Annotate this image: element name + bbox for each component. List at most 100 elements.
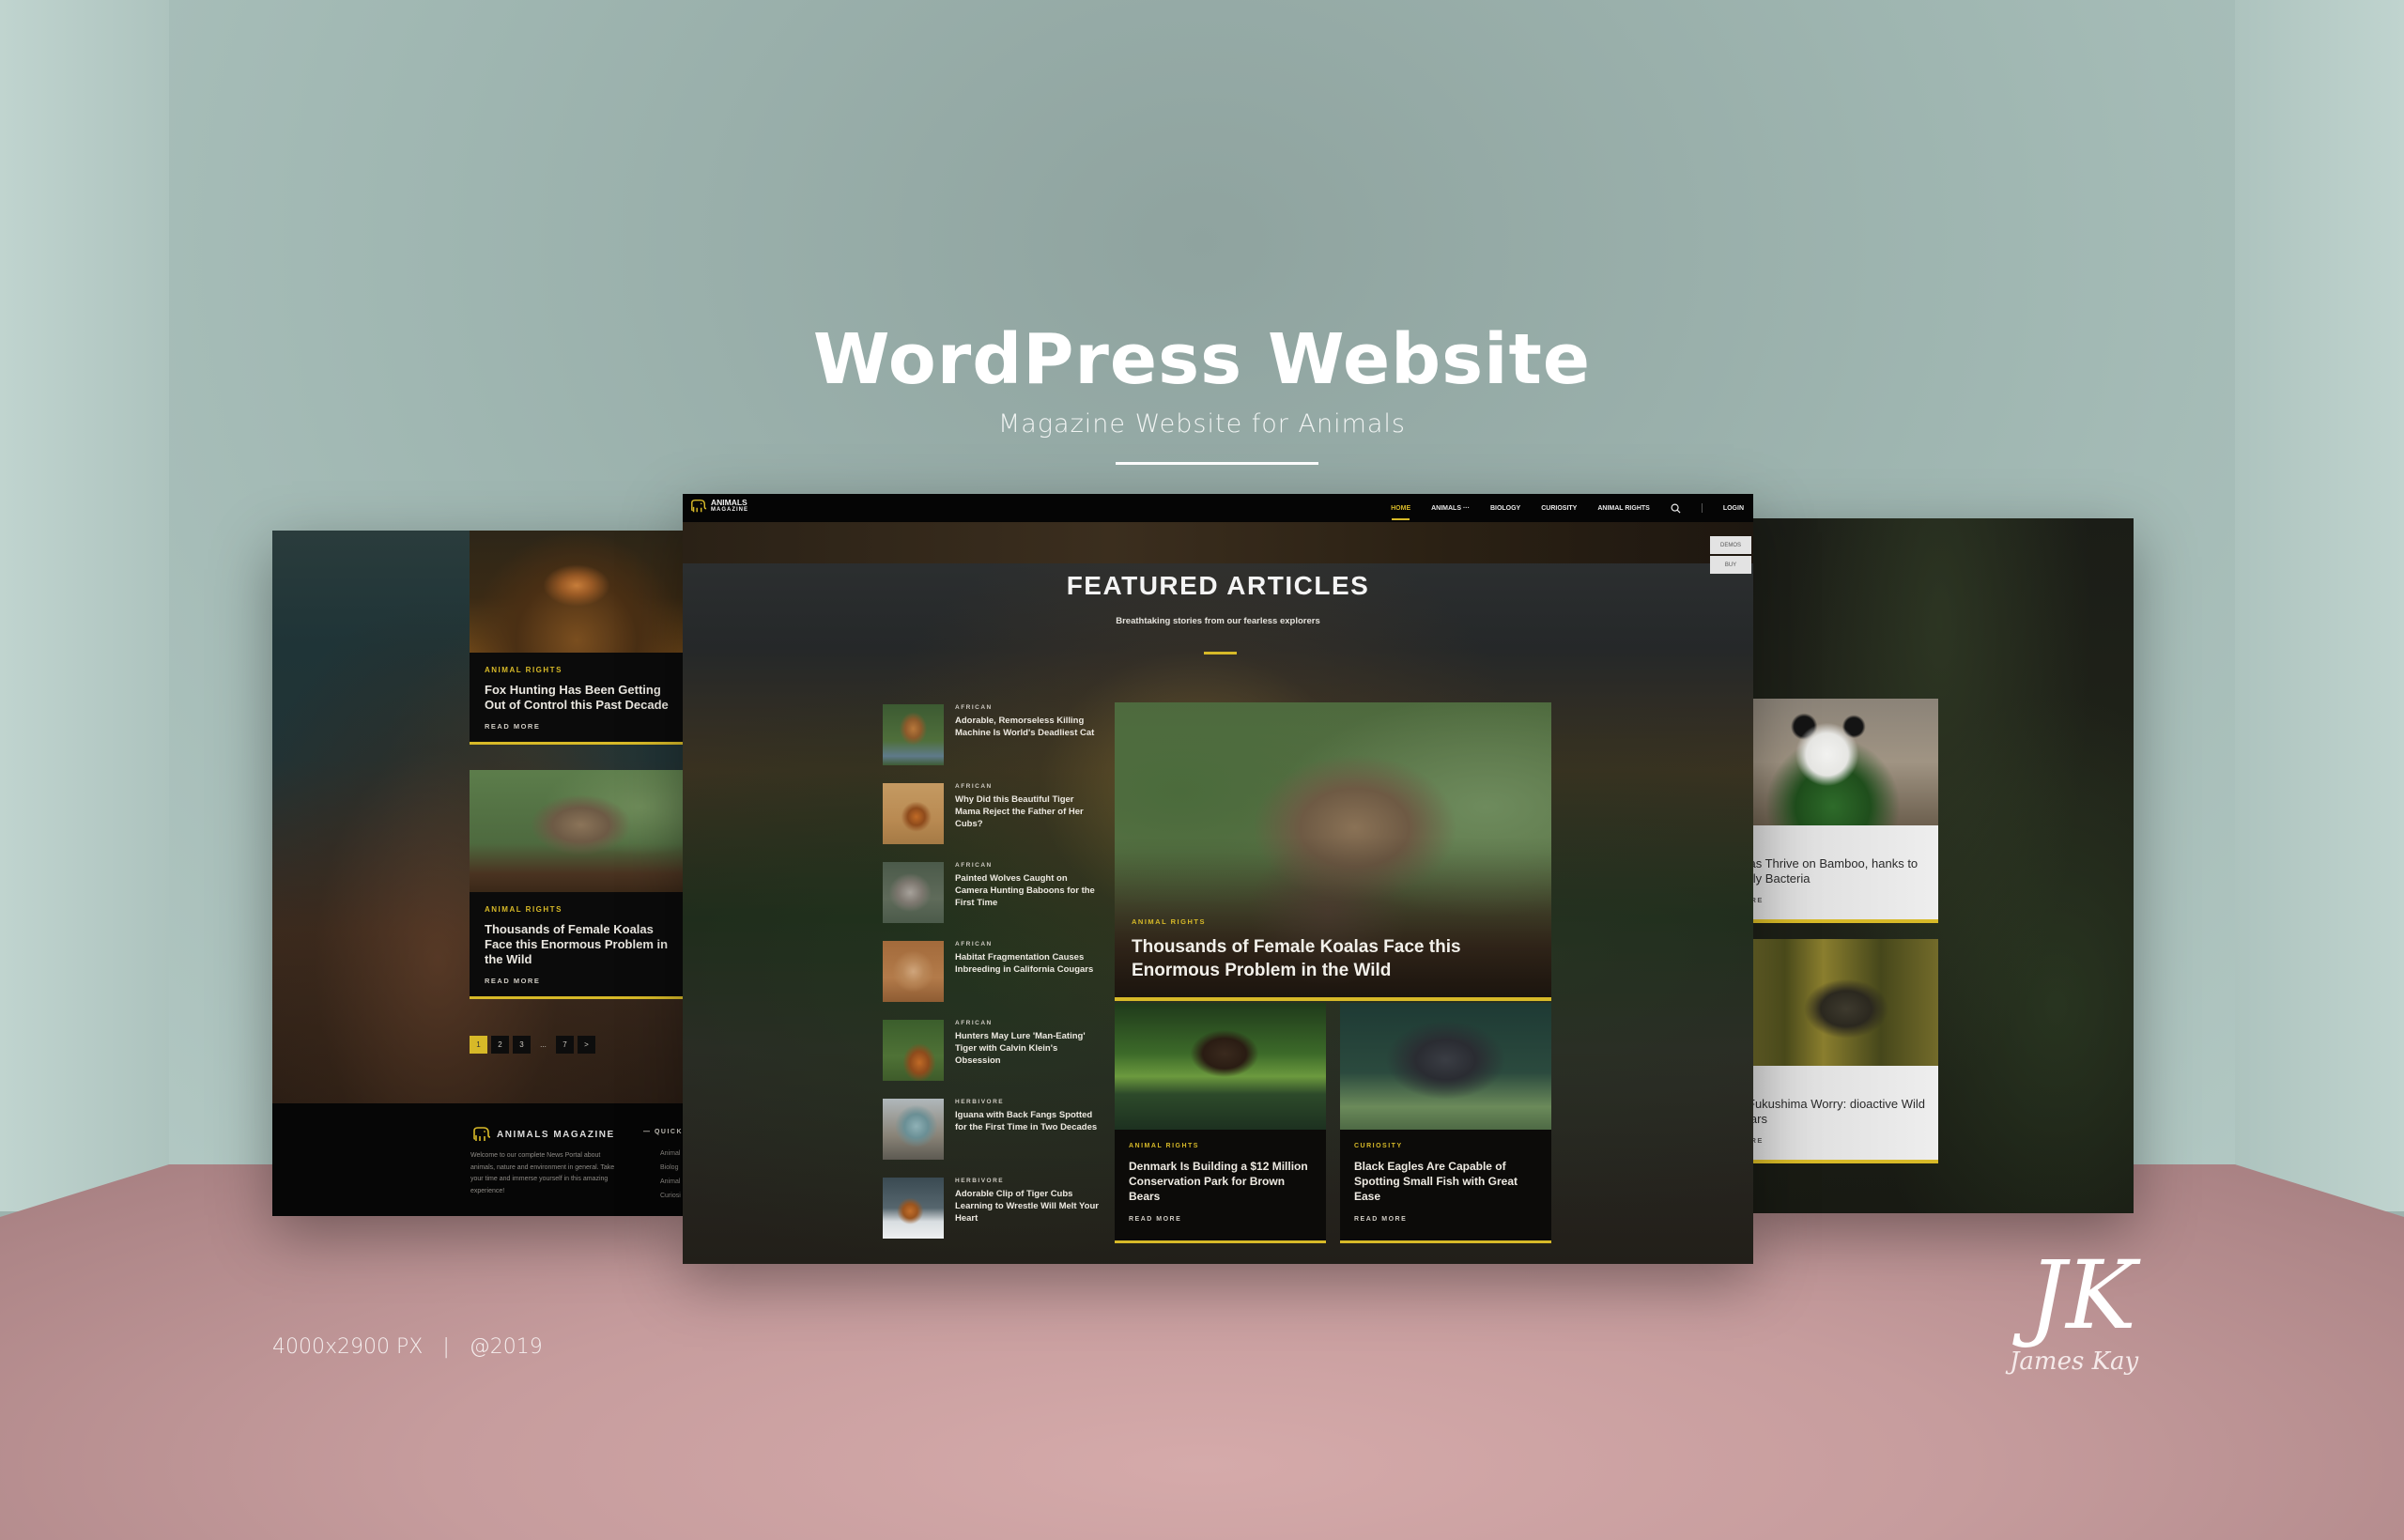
dimensions-label: 4000x2900 PX [272, 1335, 424, 1359]
page-button[interactable]: 1 [470, 1036, 487, 1054]
lynx-thumbnail [883, 704, 944, 765]
tiger-cub-thumbnail [883, 1178, 944, 1239]
article-title[interactable]: ndas Thrive on Bamboo, hanks to Belly Ba… [1747, 856, 1938, 886]
list-item[interactable]: AFRICAN Hunters May Lure 'Man-Eating' Tig… [883, 1020, 1099, 1099]
read-more-link[interactable]: READ MORE [485, 977, 669, 985]
article-title[interactable]: Hunters May Lure 'Man-Eating' Tiger with… [955, 1030, 1099, 1067]
article-category[interactable]: AFRICAN [955, 941, 1099, 947]
tiger-thumbnail [883, 783, 944, 844]
presentation-title: WordPress Website [812, 319, 1592, 400]
featured-caption: ANIMAL RIGHTS Thousands of Female Koalas… [1132, 917, 1488, 982]
nav-item-animals[interactable]: ANIMALS ··· [1431, 505, 1470, 512]
site-brand: ANIMALS MAGAZINE [711, 499, 748, 514]
article-title[interactable]: Adorable, Remorseless Killing Machine Is… [955, 715, 1099, 739]
article-card[interactable]: ANIMAL RIGHTS Denmark Is Building a $12 … [1115, 1003, 1326, 1243]
read-more-link[interactable]: READ MORE [485, 722, 669, 731]
list-item[interactable]: AFRICAN Adorable, Remorseless Killing Mac… [883, 704, 1099, 783]
list-item[interactable]: AFRICAN Habitat Fragmentation Causes Inbr… [883, 941, 1099, 1020]
site-logo[interactable]: ANIMALS MAGAZINE [690, 498, 748, 515]
page-button[interactable]: 3 [513, 1036, 531, 1054]
footer-link[interactable]: Animal [660, 1147, 681, 1161]
nav-item-curiosity[interactable]: CURIOSITY [1541, 505, 1577, 512]
article-title[interactable]: Why Did this Beautiful Tiger Mama Reject… [955, 793, 1099, 830]
search-icon[interactable] [1671, 503, 1681, 514]
login-link[interactable]: LOGIN [1723, 505, 1744, 512]
article-list: AFRICAN Adorable, Remorseless Killing Mac… [883, 704, 1099, 1256]
article-title[interactable]: Thousands of Female Koalas Face this Eno… [485, 922, 669, 967]
brown-bear-image [1115, 1003, 1326, 1130]
list-item[interactable]: HERBIVORE Iguana with Back Fangs Spotted … [883, 1099, 1099, 1178]
article-title[interactable]: w Fukushima Worry: dioactive Wild Boars [1747, 1097, 1938, 1127]
list-item[interactable]: HERBIVORE Adorable Clip of Tiger Cubs Lea… [883, 1178, 1099, 1256]
nav-divider [1701, 503, 1703, 513]
article-category[interactable]: HERBIVORE [955, 1178, 1099, 1184]
article-category[interactable]: AFRICAN [955, 704, 1099, 711]
article-category[interactable]: ANIMAL RIGHTS [485, 905, 669, 914]
article-title[interactable]: Thousands of Female Koalas Face this Eno… [1132, 935, 1488, 982]
article-title[interactable]: Black Eagles Are Capable of Spotting Sma… [1354, 1159, 1537, 1204]
article-category[interactable]: ANIMAL RIGHTS [1129, 1143, 1312, 1149]
article-category[interactable]: AFRICAN [955, 862, 1099, 869]
eagle-image [1340, 1003, 1551, 1130]
read-more-link[interactable]: READ MORE [1129, 1216, 1312, 1223]
article-title[interactable]: Painted Wolves Caught on Camera Hunting … [955, 872, 1099, 909]
article-card[interactable]: OLOGY ndas Thrive on Bamboo, hanks to Be… [1747, 699, 1938, 923]
page-button[interactable]: 2 [491, 1036, 509, 1054]
nav-item-home[interactable]: HOME [1391, 505, 1410, 520]
footer-brand[interactable]: ANIMALS MAGAZINE [472, 1127, 615, 1142]
footer-link[interactable]: Biolog [660, 1161, 681, 1175]
next-page-button[interactable]: > [578, 1036, 595, 1054]
left-page-mockup: ANIMAL RIGHTS Fox Hunting Has Been Getti… [272, 531, 686, 1216]
article-title[interactable]: Fox Hunting Has Been Getting Out of Cont… [485, 683, 669, 713]
image-specs: 4000x2900 PX | @2019 [272, 1335, 543, 1359]
footer-quick-links: Animal Biolog Animal Curiosi [660, 1147, 681, 1203]
top-navigation: ANIMALS MAGAZINE HOME ANIMALS ··· BIOLOG… [683, 494, 1753, 522]
footer-link[interactable]: Animal [660, 1175, 681, 1189]
article-category[interactable]: HERBIVORE [955, 1099, 1099, 1105]
tiger-jungle-thumbnail [883, 1020, 944, 1081]
section-subtitle: Breathtaking stories from our fearless e… [1116, 616, 1320, 626]
article-category[interactable]: ANIMAL RIGHTS [1132, 917, 1488, 926]
article-title[interactable]: Habitat Fragmentation Causes Inbreeding … [955, 951, 1099, 976]
list-item[interactable]: AFRICAN Why Did this Beautiful Tiger Mama… [883, 783, 1099, 862]
article-category[interactable]: CURIOSITY [1354, 1143, 1537, 1149]
separator: | [442, 1335, 450, 1359]
read-more-link[interactable]: READ MORE [1354, 1216, 1537, 1223]
elephant-icon [691, 499, 707, 513]
article-card[interactable]: ANIMAL RIGHTS Thousands of Female Koalas… [470, 770, 684, 999]
nav-menu: HOME ANIMALS ··· BIOLOGY CURIOSITY ANIMA… [1391, 494, 1744, 522]
article-title[interactable]: Adorable Clip of Tiger Cubs Learning to … [955, 1188, 1099, 1224]
read-more-link[interactable]: AD MORE [1747, 896, 1938, 904]
article-category[interactable]: AFRICAN [955, 783, 1099, 790]
section-divider [1204, 652, 1237, 654]
article-card[interactable]: LOGY w Fukushima Worry: dioactive Wild B… [1747, 939, 1938, 1163]
article-card[interactable]: ANIMAL RIGHTS Fox Hunting Has Been Getti… [470, 531, 684, 745]
page-button[interactable]: 7 [556, 1036, 574, 1054]
footer-link[interactable]: Curiosi [660, 1189, 681, 1203]
title-divider [1116, 462, 1318, 465]
article-title[interactable]: Denmark Is Building a $12 Million Conser… [1129, 1159, 1312, 1204]
demos-button[interactable]: DEMOS [1710, 536, 1751, 554]
read-more-link[interactable]: AD MORE [1747, 1136, 1938, 1145]
list-item[interactable]: AFRICAN Painted Wolves Caught on Camera H… [883, 862, 1099, 941]
accent-bar [1115, 997, 1551, 1001]
article-category[interactable]: OLOGY [1747, 839, 1938, 847]
footer-description: Welcome to our complete News Portal abou… [470, 1152, 615, 1194]
panda-image [1747, 699, 1938, 825]
featured-article[interactable]: ANIMAL RIGHTS Thousands of Female Koalas… [1115, 702, 1551, 1001]
pagination: 1 2 3 ... 7 > [470, 1036, 595, 1054]
article-category[interactable]: LOGY [1747, 1079, 1938, 1087]
nav-item-biology[interactable]: BIOLOGY [1490, 505, 1520, 512]
section-title: FEATURED ARTICLES [1066, 571, 1370, 600]
article-card[interactable]: CURIOSITY Black Eagles Are Capable of Sp… [1340, 1003, 1551, 1243]
nav-item-animal-rights[interactable]: ANIMAL RIGHTS [1597, 505, 1649, 512]
article-title[interactable]: Iguana with Back Fangs Spotted for the F… [955, 1109, 1099, 1133]
page-ellipsis: ... [540, 1040, 547, 1049]
elephant-icon [473, 1127, 491, 1141]
wolf-thumbnail [883, 862, 944, 923]
signature-monogram: JK [2028, 1240, 2136, 1350]
article-category[interactable]: ANIMAL RIGHTS [485, 666, 669, 674]
koala-image [470, 770, 684, 892]
signature-name: James Kay [2010, 1348, 2139, 1376]
article-category[interactable]: AFRICAN [955, 1020, 1099, 1026]
